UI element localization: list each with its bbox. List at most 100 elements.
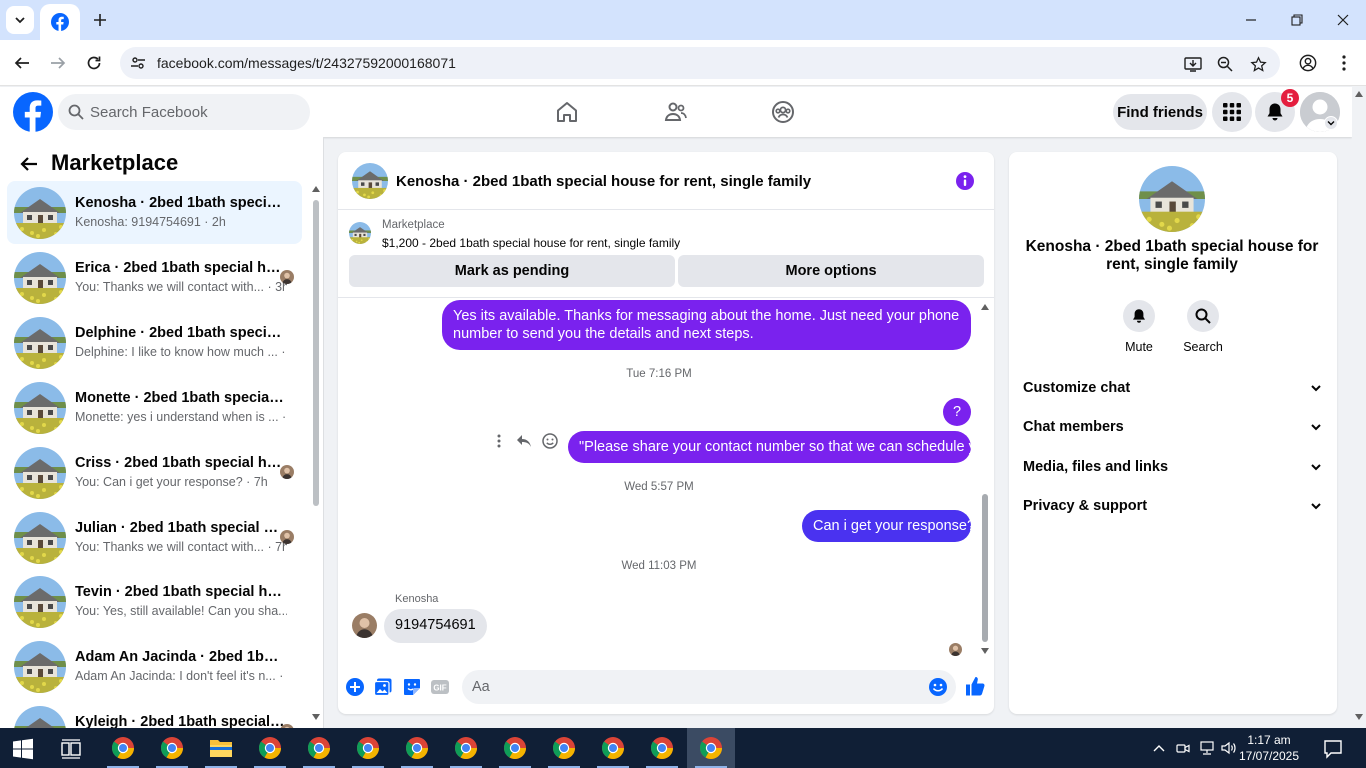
customize-chat-section[interactable]: Customize chat xyxy=(1017,370,1329,406)
friends-nav-button[interactable] xyxy=(663,99,689,125)
like-send-button[interactable] xyxy=(964,675,986,697)
conversation-title: Julian · 2bed 1bath special house for re… xyxy=(75,520,285,536)
taskbar-chrome[interactable] xyxy=(344,728,392,768)
gif-button[interactable]: GIF xyxy=(429,676,451,698)
conversation-list-scrollbar[interactable] xyxy=(310,182,322,722)
taskbar-chrome[interactable] xyxy=(148,728,196,768)
more-actions-button[interactable] xyxy=(490,432,508,450)
privacy-support-section[interactable]: Privacy & support xyxy=(1017,488,1329,524)
conversation-item[interactable]: Tevin · 2bed 1bath special house for ren… xyxy=(7,570,302,633)
scrollbar-thumb[interactable] xyxy=(313,200,319,506)
search-in-chat-button[interactable] xyxy=(1187,300,1219,332)
tab-search-button[interactable] xyxy=(6,6,34,34)
forward-button[interactable] xyxy=(45,50,71,76)
account-menu-chevron[interactable] xyxy=(1324,116,1338,130)
listing-price-title[interactable]: $1,200 - 2bed 1bath special house for re… xyxy=(382,236,680,250)
react-button[interactable] xyxy=(541,432,559,450)
scrollbar-thumb[interactable] xyxy=(982,494,988,642)
listing-thumbnail[interactable] xyxy=(1139,166,1205,232)
taskbar-chrome[interactable] xyxy=(246,728,294,768)
sent-message[interactable]: Yes its available. Thanks for messaging … xyxy=(442,300,971,350)
taskbar-chrome[interactable] xyxy=(442,728,490,768)
zoom-button[interactable] xyxy=(1214,53,1236,75)
install-icon xyxy=(1184,57,1202,72)
search-input[interactable] xyxy=(90,94,300,130)
new-tab-button[interactable] xyxy=(88,8,112,32)
tray-meet-now[interactable] xyxy=(1175,740,1191,756)
notification-center-icon[interactable] xyxy=(1322,738,1344,760)
search-action[interactable]: Search xyxy=(1173,300,1233,354)
message-input-wrapper xyxy=(462,670,956,704)
mute-action[interactable]: Mute xyxy=(1109,300,1169,354)
browser-menu-button[interactable] xyxy=(1332,51,1356,75)
page-scrollbar[interactable] xyxy=(1352,87,1366,728)
taskbar-chrome[interactable] xyxy=(589,728,637,768)
tray-network[interactable] xyxy=(1199,740,1215,756)
received-message[interactable]: 9194754691 xyxy=(384,609,487,643)
site-info-button[interactable] xyxy=(128,53,148,73)
more-vertical-icon xyxy=(497,434,501,448)
minimize-icon xyxy=(1246,19,1256,21)
taskbar-file-explorer[interactable] xyxy=(197,728,245,768)
back-button[interactable] xyxy=(9,50,35,76)
message-timestamp: Tue 7:16 PM xyxy=(626,368,692,380)
conversation-item[interactable]: Delphine · 2bed 1bath special house for … xyxy=(7,311,302,374)
install-app-button[interactable] xyxy=(1182,53,1204,75)
emoji-icon[interactable] xyxy=(928,677,948,697)
system-clock[interactable]: 1:17 am 17/07/2025 xyxy=(1232,732,1306,764)
close-window-button[interactable] xyxy=(1328,8,1358,32)
taskbar-chrome[interactable] xyxy=(393,728,441,768)
conversation-item[interactable]: Kyleigh · 2bed 1bath special house for r… xyxy=(7,700,302,728)
facebook-logo-icon[interactable] xyxy=(13,92,53,132)
info-icon[interactable] xyxy=(954,170,976,192)
media-files-links-section[interactable]: Media, files and links xyxy=(1017,449,1329,485)
task-view-icon[interactable] xyxy=(60,738,82,760)
groups-nav-button[interactable] xyxy=(770,99,796,125)
taskbar-chrome[interactable] xyxy=(99,728,147,768)
sent-message[interactable]: Can i get your response? xyxy=(802,510,975,542)
chat-members-section[interactable]: Chat members xyxy=(1017,409,1329,445)
mark-as-pending-button[interactable]: Mark as pending xyxy=(349,255,675,287)
reply-button[interactable] xyxy=(515,432,533,450)
find-friends-button[interactable]: Find friends xyxy=(1113,94,1207,130)
sticker-button[interactable] xyxy=(401,676,423,698)
home-nav-button[interactable] xyxy=(554,99,580,125)
taskbar-chrome[interactable] xyxy=(295,728,343,768)
taskbar-chrome[interactable] xyxy=(638,728,686,768)
restore-button[interactable] xyxy=(1282,8,1312,32)
conversation-item[interactable]: Adam An Jacinda · 2bed 1bath special hou… xyxy=(7,635,302,698)
reload-button[interactable] xyxy=(81,50,107,76)
listing-thumbnail[interactable] xyxy=(352,163,388,199)
more-actions-plus-button[interactable] xyxy=(344,676,366,698)
mute-button[interactable] xyxy=(1123,300,1155,332)
sent-message[interactable]: "Please share your contact number so tha… xyxy=(568,431,994,463)
bookmark-button[interactable] xyxy=(1247,53,1269,75)
more-options-button[interactable]: More options xyxy=(678,255,984,287)
taskbar-chrome[interactable] xyxy=(540,728,588,768)
search-icon xyxy=(68,104,84,120)
reply-icon xyxy=(517,435,531,447)
facebook-search[interactable] xyxy=(58,94,310,130)
chat-title[interactable]: Kenosha · 2bed 1bath special house for r… xyxy=(396,173,811,190)
sent-message[interactable]: ? xyxy=(943,398,971,426)
taskbar-chrome[interactable] xyxy=(491,728,539,768)
browser-tab-facebook[interactable] xyxy=(40,4,80,40)
sender-avatar[interactable] xyxy=(352,613,377,638)
back-to-marketplace-button[interactable] xyxy=(16,151,42,177)
conversation-preview: You: Can i get your response? · 7h xyxy=(75,475,268,489)
conversation-item[interactable]: Erica · 2bed 1bath special house for ren… xyxy=(7,246,302,309)
conversation-item[interactable]: Kenosha · 2bed 1bath special house for r… xyxy=(7,181,302,244)
address-bar[interactable]: facebook.com/messages/t/2432759200016807… xyxy=(120,47,1280,79)
windows-start-icon[interactable] xyxy=(12,738,34,760)
taskbar-chrome-active[interactable] xyxy=(687,728,735,768)
message-input[interactable] xyxy=(472,670,912,704)
show-hidden-icons-button[interactable] xyxy=(1151,740,1167,756)
menu-button[interactable] xyxy=(1212,92,1252,132)
minimize-button[interactable] xyxy=(1236,8,1266,32)
conversation-item[interactable]: Julian · 2bed 1bath special house for re… xyxy=(7,506,302,569)
conversation-item[interactable]: Monette · 2bed 1bath special house for r… xyxy=(7,376,302,439)
message-thread-scrollbar[interactable] xyxy=(979,302,991,656)
attach-photo-button[interactable] xyxy=(372,676,394,698)
conversation-item[interactable]: Criss · 2bed 1bath special house for ren… xyxy=(7,441,302,504)
browser-profile-button[interactable] xyxy=(1296,51,1320,75)
